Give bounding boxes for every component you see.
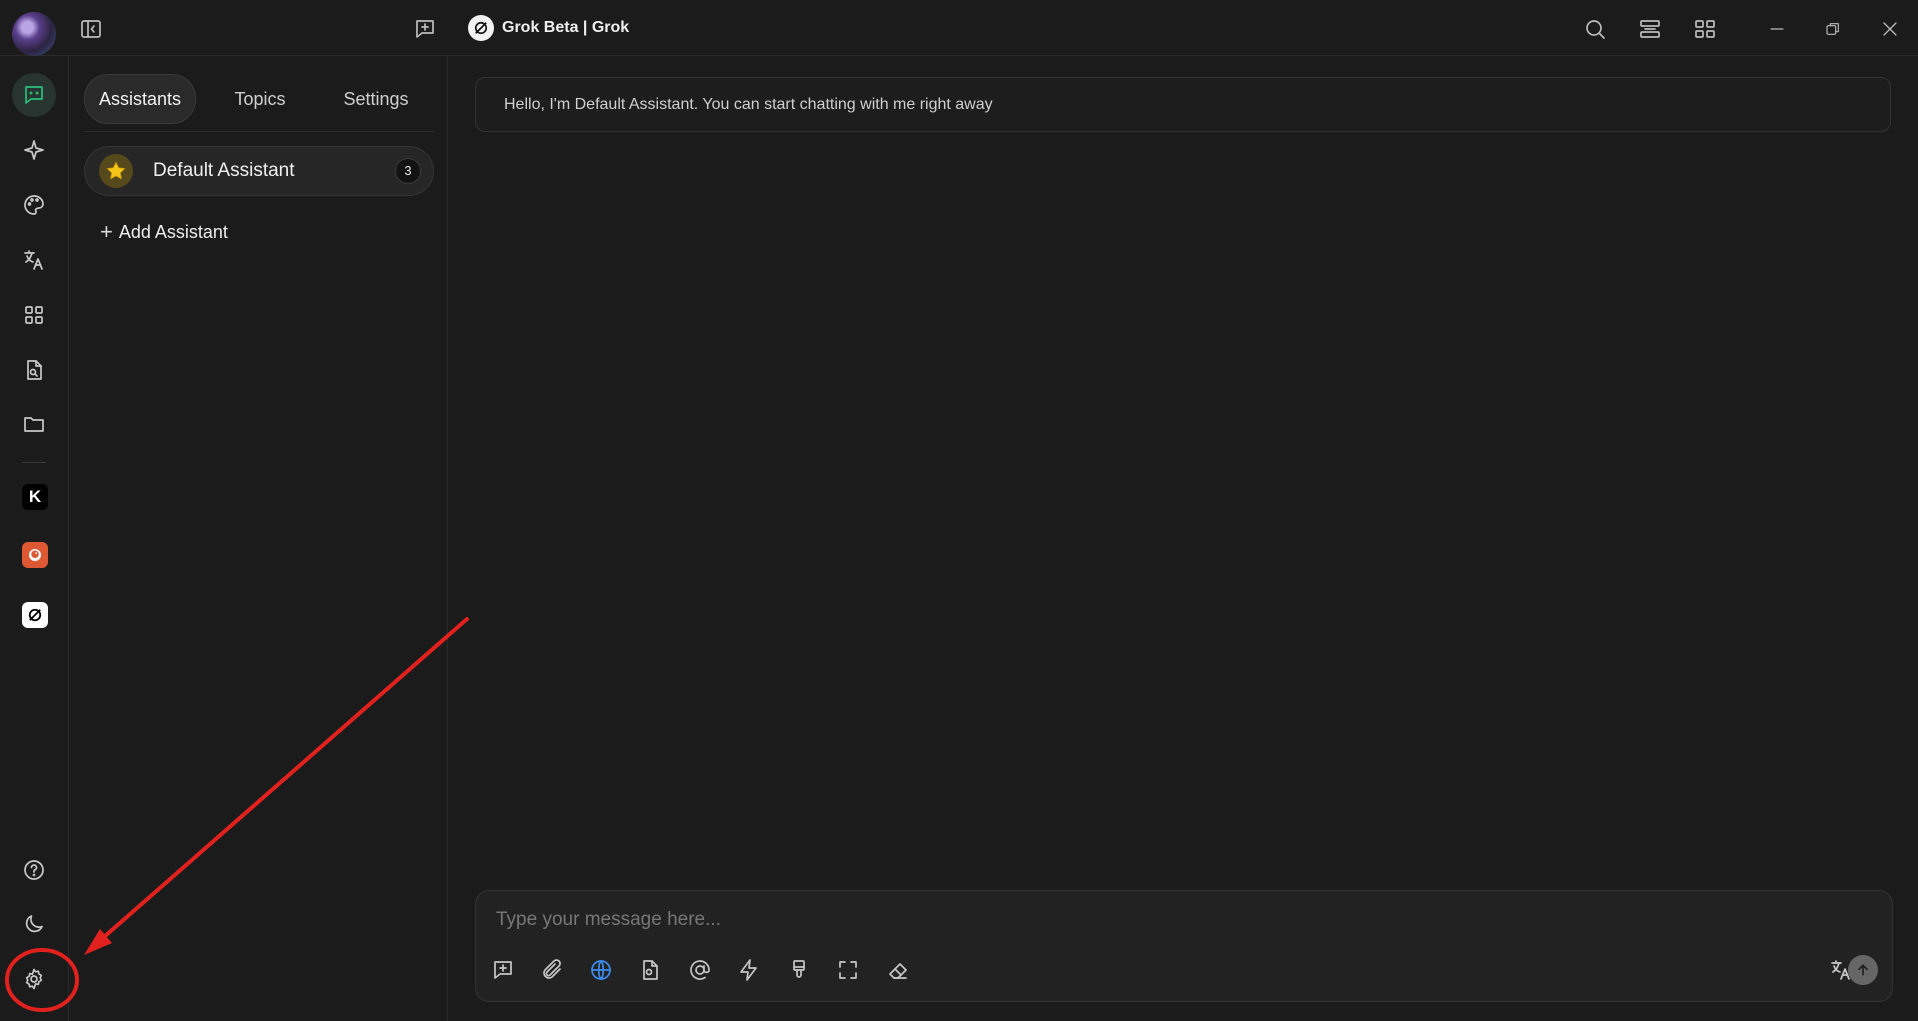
title-bar: Grok Beta | Grok [0,0,1918,56]
close-icon[interactable] [1873,12,1907,46]
message-composer [475,890,1893,1002]
plus-icon: + [100,219,113,244]
user-avatar[interactable] [12,12,56,56]
folder-icon[interactable] [12,402,56,446]
new-topic-icon[interactable] [408,12,442,46]
new-topic-icon[interactable] [486,953,520,987]
duckduckgo-app-icon[interactable] [22,542,48,568]
tab-topics[interactable]: Topics [210,74,310,124]
theme-moon-icon[interactable] [12,902,56,946]
assistants-panel: Assistants Topics Settings Default Assis… [70,56,448,1021]
welcome-text: Hello, I'm Default Assistant. You can st… [504,96,993,113]
paperclip-icon[interactable] [535,953,569,987]
tab-assistants[interactable]: Assistants [84,74,196,124]
grok-logo-icon [468,15,494,41]
star-icon [99,154,133,188]
chat-area: Hello, I'm Default Assistant. You can st… [449,56,1918,1021]
panel-tabs: Assistants Topics Settings [84,72,434,132]
sparkle-icon[interactable] [12,128,56,172]
page-title: Grok Beta | Grok [502,19,630,36]
file-search-icon[interactable] [12,348,56,392]
icon-rail: K [0,56,69,1021]
arrow-up-icon [1858,964,1868,976]
chat-icon[interactable] [12,73,56,117]
tab-settings[interactable]: Settings [322,74,430,124]
sidebar-toggle-icon[interactable] [74,12,108,46]
fullscreen-icon[interactable] [831,953,865,987]
at-mention-icon[interactable] [683,953,717,987]
rail-divider [22,462,46,463]
kimi-app-icon[interactable]: K [22,484,48,510]
grid-icon[interactable] [12,293,56,337]
restore-icon[interactable] [1816,12,1850,46]
grok-app-icon[interactable] [22,602,48,628]
lightning-icon[interactable] [732,953,766,987]
topic-count-badge: 3 [395,158,421,184]
layout-icon[interactable] [1633,12,1667,46]
window-title: Grok Beta | Grok [468,15,629,41]
assistant-item-default[interactable]: Default Assistant 3 [84,146,434,196]
search-icon[interactable] [1578,12,1612,46]
message-input[interactable] [496,905,1856,935]
globe-icon[interactable] [584,953,618,987]
add-assistant-button[interactable]: + Add Assistant [100,220,228,244]
eraser-icon[interactable] [881,953,915,987]
palette-icon[interactable] [12,183,56,227]
minimize-icon[interactable] [1760,12,1794,46]
welcome-message: Hello, I'm Default Assistant. You can st… [475,77,1891,132]
add-assistant-label: Add Assistant [118,221,228,242]
assistant-name: Default Assistant [153,160,295,181]
translate-icon[interactable] [12,238,56,282]
send-button[interactable] [1848,955,1878,985]
help-icon[interactable] [12,848,56,892]
file-icon[interactable] [633,953,667,987]
kimi-app-label: K [28,487,42,506]
brush-icon[interactable] [782,953,816,987]
settings-gear-icon[interactable] [12,957,56,1001]
apps-icon[interactable] [1688,12,1722,46]
